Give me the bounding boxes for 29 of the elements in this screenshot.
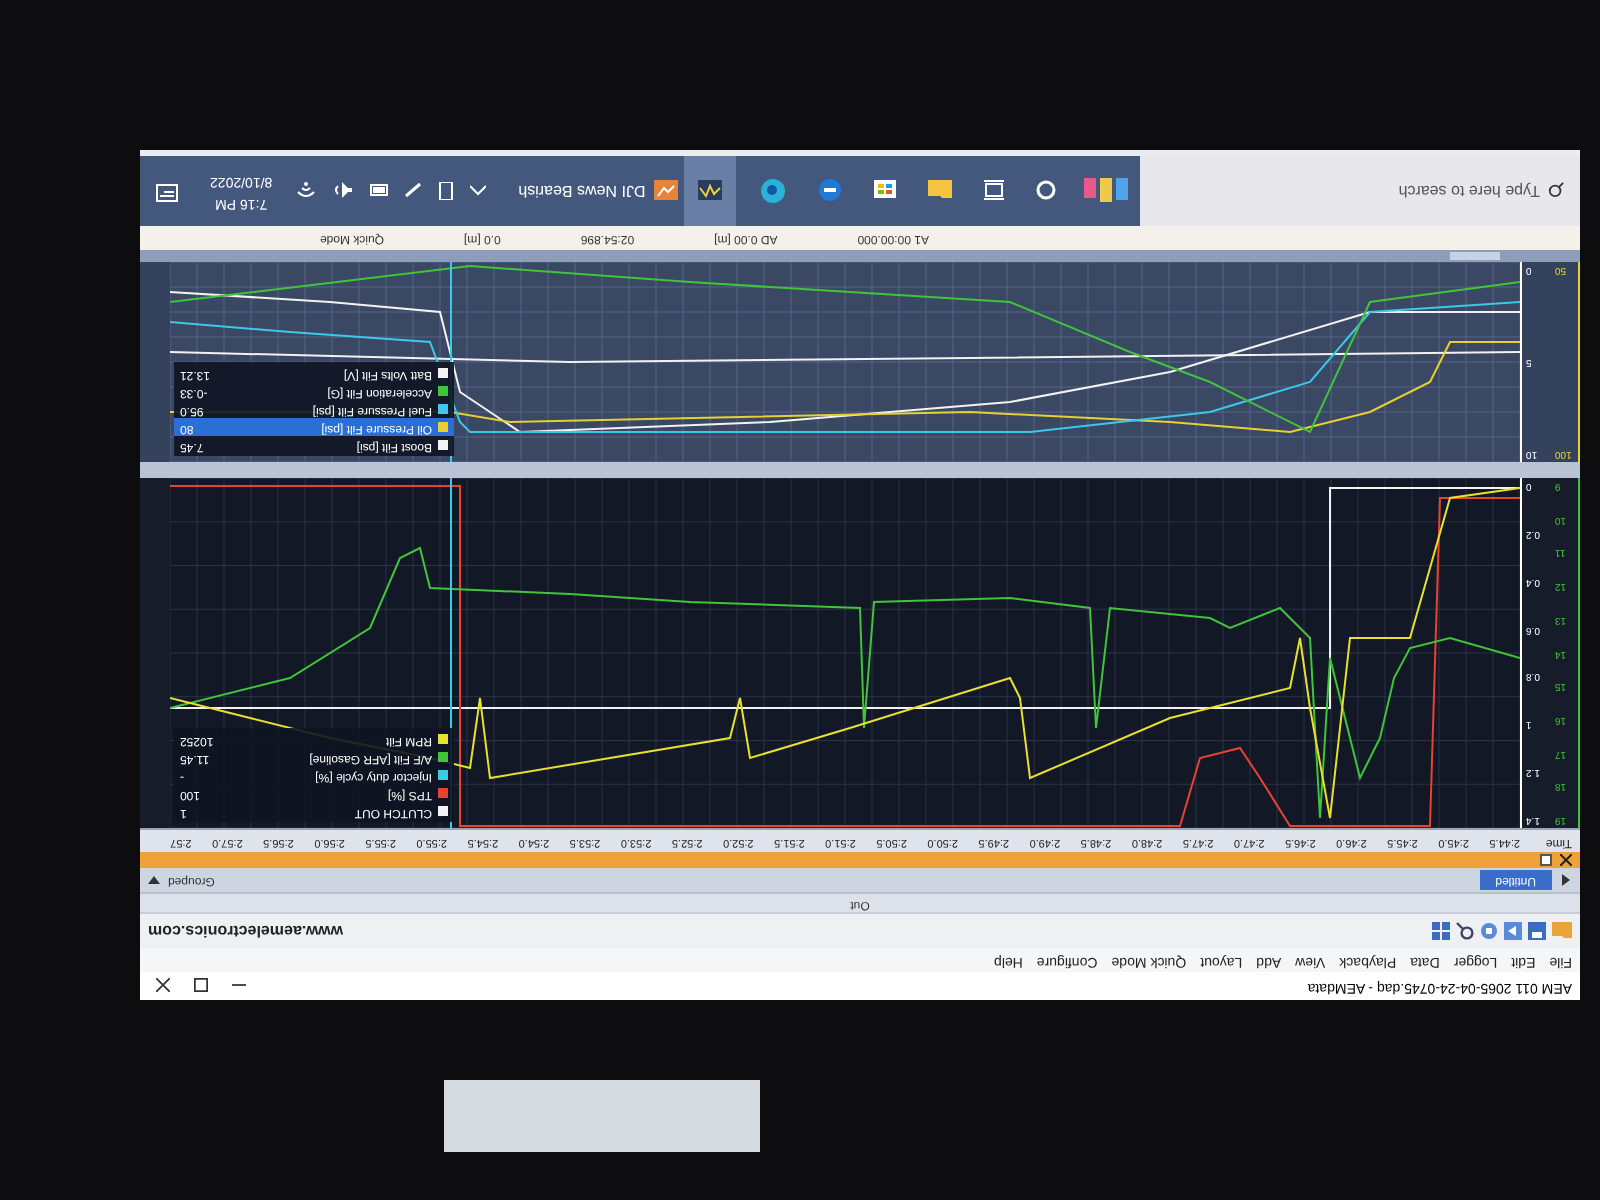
search-icon[interactable] xyxy=(1456,922,1474,940)
website-link[interactable]: www.aemelectronics.com xyxy=(148,919,344,943)
news-widget[interactable]: DJI News Bearish xyxy=(518,179,646,203)
circle-icon[interactable] xyxy=(1036,181,1056,201)
play-icon[interactable] xyxy=(1504,922,1522,940)
taskbar-app-button[interactable] xyxy=(684,156,736,226)
stop-icon[interactable] xyxy=(1480,922,1498,940)
search-field[interactable]: Type here to search xyxy=(1240,179,1540,203)
caret-icon[interactable] xyxy=(148,876,160,884)
scrollbar-thumb[interactable] xyxy=(1450,252,1500,260)
battery-icon[interactable] xyxy=(368,185,389,197)
waveform-icon xyxy=(698,181,722,201)
close-icon[interactable] xyxy=(156,979,170,993)
crayons-drawing xyxy=(1080,177,1132,205)
chart-icon[interactable] xyxy=(653,181,678,201)
browser-icon[interactable] xyxy=(818,179,842,203)
browser-icon[interactable] xyxy=(760,178,786,204)
speaker-icon[interactable] xyxy=(332,183,353,199)
search-icon xyxy=(1548,183,1564,199)
grid-icon[interactable] xyxy=(1432,922,1450,940)
caret-icon[interactable] xyxy=(470,185,487,197)
wifi-icon[interactable] xyxy=(296,183,317,199)
notification-icon[interactable] xyxy=(156,180,178,202)
maximize-icon[interactable] xyxy=(194,979,208,993)
checkbox-icon[interactable] xyxy=(1540,854,1552,866)
folder-icon[interactable] xyxy=(928,181,952,201)
task-view-icon[interactable] xyxy=(984,181,1004,201)
close-icon[interactable] xyxy=(1560,854,1572,866)
store-icon[interactable] xyxy=(874,180,896,202)
